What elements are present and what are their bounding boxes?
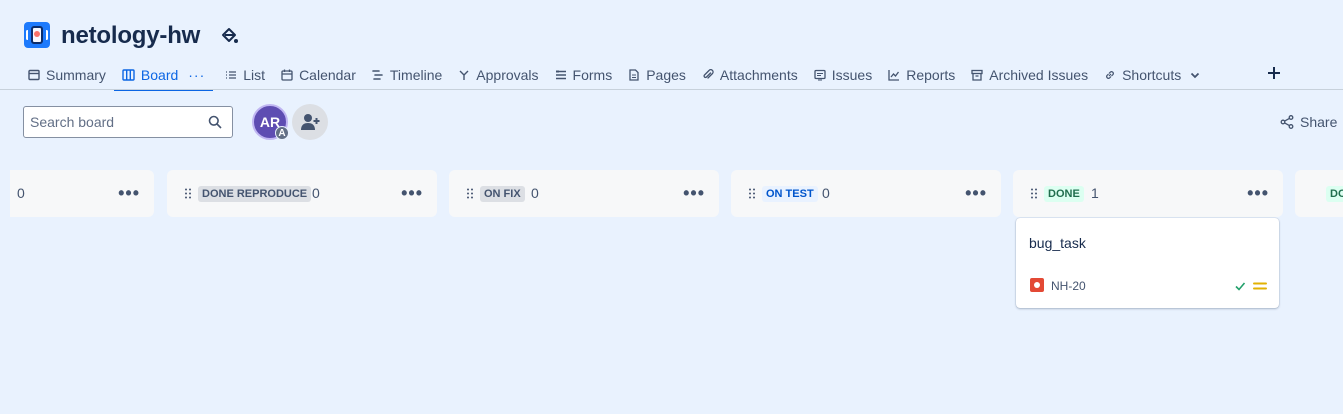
avatar-badge: A	[275, 126, 289, 140]
board-column: DONE REPRODUCE 0 •••	[167, 170, 437, 217]
tab-issues-label: Issues	[831, 67, 873, 83]
tab-list[interactable]: List	[217, 60, 273, 90]
pages-icon	[629, 69, 639, 81]
tab-forms-label: Forms	[572, 67, 613, 83]
list-icon	[226, 71, 237, 79]
column-more-button[interactable]: •••	[118, 184, 140, 202]
tab-board-label: Board	[140, 67, 179, 83]
board-search[interactable]	[23, 106, 233, 138]
project-avatar-icon[interactable]	[24, 22, 50, 48]
tab-pages-label: Pages	[646, 67, 686, 83]
summary-icon	[28, 69, 40, 81]
column-status-lozenge: DONE REPRODUCE	[198, 186, 312, 202]
column-status-lozenge: ON TEST	[762, 186, 818, 202]
issue-key[interactable]: NH-20	[1051, 279, 1086, 293]
board-more-button[interactable]: ···	[188, 67, 205, 83]
issue-card-title: bug_task	[1029, 235, 1086, 251]
drag-handle-icon[interactable]	[185, 188, 191, 199]
calendar-icon	[281, 69, 293, 81]
tab-shortcuts[interactable]: Shortcuts	[1096, 60, 1209, 90]
board-column: 0 •••	[10, 170, 154, 217]
bug-icon	[1030, 278, 1044, 292]
add-people-button[interactable]	[292, 104, 328, 140]
drag-handle-icon[interactable]	[467, 188, 473, 199]
tab-timeline[interactable]: Timeline	[364, 60, 450, 90]
board-column: DO	[1295, 170, 1343, 217]
column-more-button[interactable]: •••	[683, 184, 705, 202]
column-status-lozenge: DONE	[1044, 186, 1084, 202]
board-column: ON TEST 0 •••	[731, 170, 1001, 217]
archive-icon	[971, 69, 983, 81]
tab-shortcuts-label: Shortcuts	[1122, 67, 1182, 83]
tab-approvals-label: Approvals	[476, 67, 539, 83]
tab-pages[interactable]: Pages	[620, 60, 694, 90]
tab-archived-issues-label: Archived Issues	[989, 67, 1089, 83]
chevron-down-icon[interactable]	[1189, 69, 1201, 81]
timeline-icon	[372, 70, 383, 80]
column-more-button[interactable]: •••	[401, 184, 423, 202]
share-label: Share	[1300, 114, 1338, 130]
tab-forms[interactable]: Forms	[547, 60, 621, 90]
column-more-button[interactable]: •••	[1247, 184, 1269, 202]
board-column: DONE 1 •••	[1013, 170, 1283, 217]
column-status-lozenge: DO	[1326, 186, 1343, 202]
issues-icon	[814, 69, 826, 81]
column-count: 1	[1091, 185, 1099, 201]
tab-calendar-label: Calendar	[299, 67, 356, 83]
tab-reports-label: Reports	[906, 67, 956, 83]
share-button[interactable]: Share	[1280, 114, 1337, 130]
column-count: 0	[531, 185, 539, 201]
column-count: 0	[17, 185, 25, 201]
board-icon	[122, 69, 135, 81]
search-input[interactable]	[30, 107, 205, 137]
attachment-icon	[703, 69, 714, 79]
paint-bucket-icon[interactable]	[219, 26, 239, 46]
share-icon	[1280, 115, 1294, 129]
issue-card[interactable]: bug_task NH-20	[1016, 218, 1279, 308]
reports-icon	[888, 70, 900, 81]
tab-board[interactable]: Board ···	[113, 60, 214, 91]
nav-divider	[0, 89, 1343, 90]
tab-approvals[interactable]: Approvals	[450, 60, 546, 90]
column-count: 0	[822, 185, 830, 201]
plus-icon	[1268, 67, 1280, 79]
column-count: 0	[312, 185, 320, 201]
tab-attachments[interactable]: Attachments	[694, 60, 806, 90]
board-column: ON FIX 0 •••	[449, 170, 719, 217]
tab-timeline-label: Timeline	[389, 67, 443, 83]
link-icon	[1106, 71, 1114, 79]
column-status-lozenge: ON FIX	[480, 186, 525, 202]
project-header: netology-hw Summary Board ··· List Calen…	[0, 0, 1343, 91]
tab-issues[interactable]: Issues	[806, 60, 880, 90]
tab-summary-label: Summary	[46, 67, 106, 83]
add-user-icon	[301, 114, 320, 130]
project-title[interactable]: netology-hw	[61, 22, 200, 50]
column-more-button[interactable]: •••	[965, 184, 987, 202]
add-tab-button[interactable]	[1263, 62, 1285, 84]
search-icon	[208, 115, 222, 129]
priority-medium-icon	[1253, 282, 1267, 290]
tab-attachments-label: Attachments	[719, 67, 798, 83]
drag-handle-icon[interactable]	[1031, 188, 1037, 199]
tab-calendar[interactable]: Calendar	[273, 60, 364, 90]
tab-archived-issues[interactable]: Archived Issues	[963, 60, 1096, 90]
tab-reports[interactable]: Reports	[880, 60, 963, 90]
tab-summary[interactable]: Summary	[20, 60, 114, 90]
drag-handle-icon[interactable]	[749, 188, 755, 199]
approvals-icon	[459, 70, 469, 80]
check-icon	[1235, 282, 1246, 291]
forms-icon	[555, 70, 566, 80]
project-nav-tabs: Summary Board ··· List Calendar Timeline…	[20, 60, 1209, 91]
tab-list-label: List	[243, 67, 266, 83]
